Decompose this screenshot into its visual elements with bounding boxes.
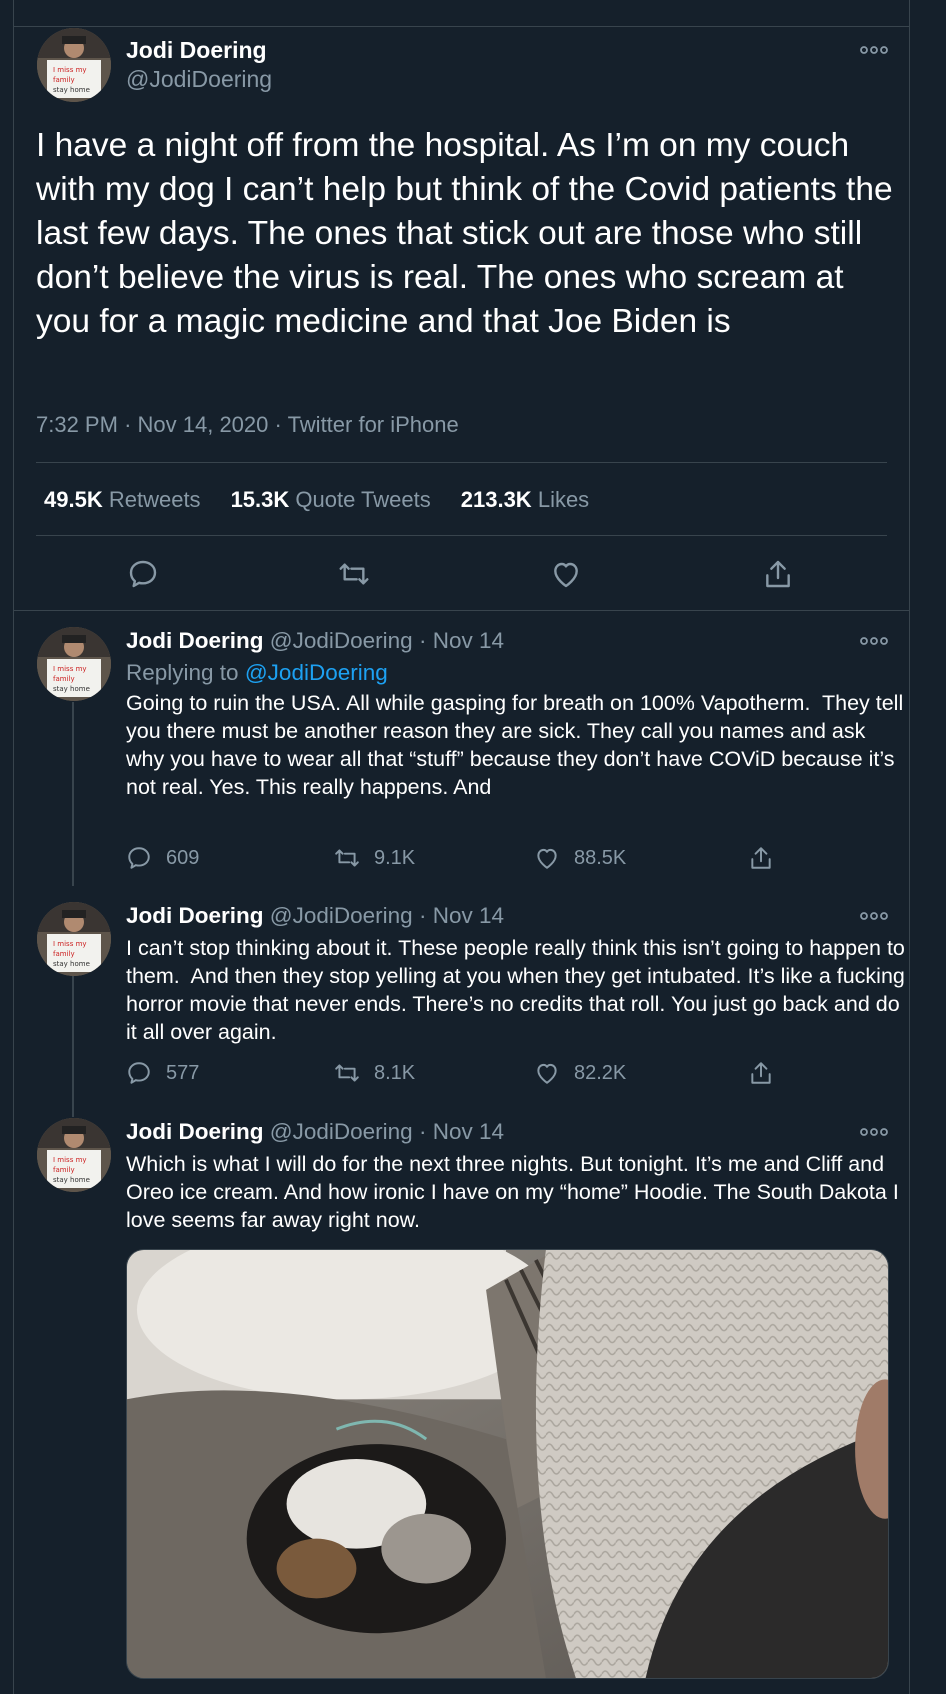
svg-text:I miss my: I miss my — [53, 1156, 87, 1164]
thread-line — [72, 975, 74, 1117]
meta-separator: · — [274, 412, 282, 437]
retweet-button[interactable]: 9.1K — [334, 845, 415, 871]
meta-separator: · — [124, 412, 132, 437]
more-icon[interactable] — [860, 45, 888, 55]
avatar[interactable]: I miss my family stay home — [37, 1118, 111, 1192]
author-handle[interactable]: @JodiDoering — [270, 903, 413, 928]
svg-text:stay home: stay home — [53, 1176, 90, 1184]
meta-separator: · — [418, 628, 427, 653]
reply-count: 577 — [166, 1061, 200, 1084]
retweet-icon — [335, 849, 359, 867]
avatar[interactable]: I miss my family stay home — [37, 627, 111, 701]
author-name[interactable]: Jodi Doering — [126, 628, 264, 653]
tweet-date[interactable]: Nov 14 — [433, 628, 504, 653]
reply-count: 609 — [166, 846, 200, 869]
reply-button[interactable]: 609 — [126, 845, 199, 871]
share-button[interactable] — [748, 845, 774, 871]
divider — [36, 462, 887, 463]
share-icon[interactable] — [762, 558, 794, 590]
retweets-stat[interactable]: 49.5K Retweets — [44, 487, 201, 513]
retweet-button[interactable]: 8.1K — [334, 1060, 415, 1086]
reply-header: Jodi Doering @JodiDoering · Nov 14 — [126, 1119, 504, 1145]
reply-icon — [128, 847, 150, 869]
author-handle[interactable]: @JodiDoering — [270, 1119, 413, 1144]
share-button[interactable] — [748, 1060, 774, 1086]
section-divider — [14, 610, 909, 611]
tweet-source[interactable]: Twitter for iPhone — [288, 412, 459, 437]
svg-text:I miss my: I miss my — [53, 940, 87, 948]
svg-text:I miss my: I miss my — [53, 665, 87, 673]
replying-to-label: Replying to — [126, 660, 239, 685]
share-icon — [751, 847, 771, 869]
meta-separator: · — [418, 903, 427, 928]
like-count: 88.5K — [574, 846, 627, 869]
like-count: 82.2K — [574, 1061, 627, 1084]
like-button[interactable]: 88.5K — [534, 845, 626, 871]
tweet-meta: 7:32 PM · Nov 14, 2020 · Twitter for iPh… — [36, 412, 459, 438]
retweet-count: 8.1K — [374, 1061, 416, 1084]
author-name[interactable]: Jodi Doering — [126, 903, 264, 928]
tweet-date[interactable]: Nov 14, 2020 — [138, 412, 269, 437]
avatar[interactable]: I miss my family stay home — [37, 902, 111, 976]
replying-to-handle[interactable]: @JodiDoering — [245, 660, 388, 685]
top-divider — [14, 26, 909, 27]
reply-actions: 577 8.1K 82.2K — [126, 1060, 826, 1088]
more-icon[interactable] — [860, 636, 888, 646]
svg-text:stay home: stay home — [53, 685, 90, 693]
reply-actions: 609 9.1K 88.5K — [126, 845, 826, 873]
reply-text: I can’t stop thinking about it. These pe… — [126, 936, 911, 1044]
svg-text:family: family — [53, 1166, 75, 1174]
retweet-icon — [335, 1064, 359, 1082]
thread-line — [72, 702, 74, 886]
divider — [36, 535, 887, 536]
like-icon[interactable] — [550, 558, 582, 590]
tweet-photo[interactable] — [126, 1249, 889, 1679]
reply-button[interactable]: 577 — [126, 1060, 199, 1086]
reply-text: Going to ruin the USA. All while gasping… — [126, 691, 910, 799]
reply-text: Which is what I will do for the next thr… — [126, 1152, 905, 1232]
tweet-date[interactable]: Nov 14 — [433, 1119, 504, 1144]
tweet-time[interactable]: 7:32 PM — [36, 412, 118, 437]
svg-text:I miss my: I miss my — [53, 66, 87, 74]
reply-header: Jodi Doering @JodiDoering · Nov 14 — [126, 903, 504, 929]
tweet-date[interactable]: Nov 14 — [433, 903, 504, 928]
like-button[interactable]: 82.2K — [534, 1060, 626, 1086]
like-icon — [537, 1063, 557, 1084]
reply-header: Jodi Doering @JodiDoering · Nov 14 — [126, 628, 504, 654]
avatar[interactable]: I miss my family stay home — [37, 28, 111, 102]
svg-text:family: family — [53, 950, 75, 958]
author-name[interactable]: Jodi Doering — [126, 1119, 264, 1144]
reply-icon — [128, 1062, 150, 1084]
replying-to: Replying to @JodiDoering — [126, 660, 388, 686]
meta-separator: · — [418, 1119, 427, 1144]
retweet-count: 9.1K — [374, 846, 416, 869]
share-icon — [751, 1062, 771, 1084]
retweet-icon[interactable] — [338, 558, 370, 590]
svg-text:family: family — [53, 76, 75, 84]
author-handle[interactable]: @JodiDoering — [126, 66, 272, 93]
author-name[interactable]: Jodi Doering — [126, 37, 267, 64]
reply-icon[interactable] — [127, 558, 159, 590]
svg-text:stay home: stay home — [53, 960, 90, 968]
tweet-actions — [14, 558, 911, 590]
svg-text:family: family — [53, 675, 75, 683]
tweet-stats: 49.5K Retweets 15.3K Quote Tweets 213.3K… — [44, 487, 589, 513]
likes-stat[interactable]: 213.3K Likes — [461, 487, 589, 513]
author-handle[interactable]: @JodiDoering — [270, 628, 413, 653]
more-icon[interactable] — [860, 1127, 888, 1137]
svg-text:stay home: stay home — [53, 86, 90, 94]
like-icon — [537, 848, 557, 869]
tweet-thread: I miss my family stay home Jodi Doering … — [13, 0, 910, 1694]
quote-tweets-stat[interactable]: 15.3K Quote Tweets — [231, 487, 431, 513]
tweet-text: I have a night off from the hospital. As… — [36, 127, 902, 340]
more-icon[interactable] — [860, 911, 888, 921]
